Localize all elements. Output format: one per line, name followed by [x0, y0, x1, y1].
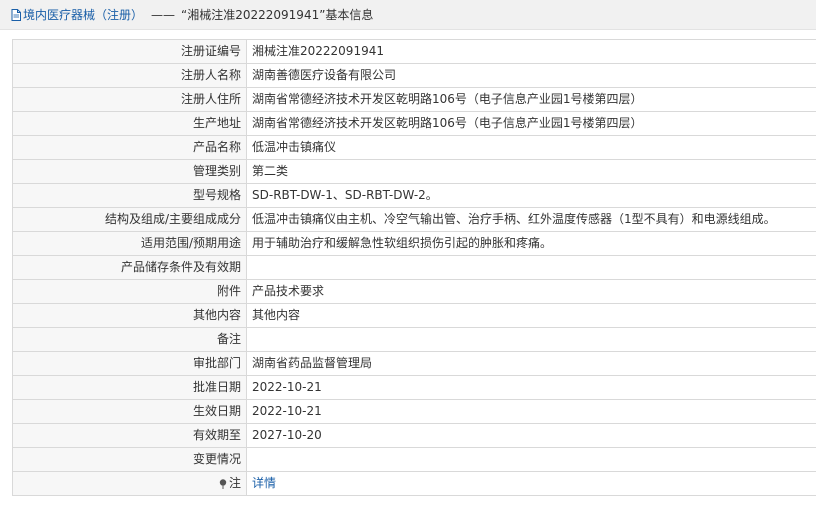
note-value-cell: 详情: [246, 471, 816, 496]
field-label: 生产地址: [12, 111, 247, 136]
breadcrumb-separator: ——: [151, 7, 176, 22]
field-value: 湘械注准20222091941: [246, 39, 816, 64]
field-label: 型号规格: [12, 183, 247, 208]
field-value: SD-RBT-DW-1、SD-RBT-DW-2。: [246, 183, 816, 208]
note-label-cell: 注: [12, 471, 247, 496]
field-label: 附件: [12, 279, 247, 304]
field-value: [246, 447, 816, 472]
field-label: 注册人名称: [12, 63, 247, 88]
document-icon: [11, 8, 21, 21]
table-row: 其他内容 其他内容: [12, 303, 816, 328]
field-label: 有效期至: [12, 423, 247, 448]
table-row: 管理类别 第二类: [12, 159, 816, 184]
table-row-note: 注详情: [12, 471, 816, 496]
table-row: 适用范围/预期用途 用于辅助治疗和缓解急性软组织损伤引起的肿胀和疼痛。: [12, 231, 816, 256]
field-value: 2027-10-20: [246, 423, 816, 448]
field-label: 变更情况: [12, 447, 247, 472]
field-value: 用于辅助治疗和缓解急性软组织损伤引起的肿胀和疼痛。: [246, 231, 816, 256]
field-value: 湖南省常德经济技术开发区乾明路106号（电子信息产业园1号楼第四层）: [246, 87, 816, 112]
pin-icon: [219, 478, 227, 489]
field-value: 第二类: [246, 159, 816, 184]
table-row: 审批部门 湖南省药品监督管理局: [12, 351, 816, 376]
field-label: 注册证编号: [12, 39, 247, 64]
field-value: 2022-10-21: [246, 375, 816, 400]
field-label: 注册人住所: [12, 87, 247, 112]
field-label: 批准日期: [12, 375, 247, 400]
breadcrumb: 境内医疗器械（注册） —— “湘械注准20222091941”基本信息: [0, 0, 816, 30]
table-row: 有效期至 2027-10-20: [12, 423, 816, 448]
table-row: 批准日期 2022-10-21: [12, 375, 816, 400]
table-row: 产品储存条件及有效期: [12, 255, 816, 280]
field-value: [246, 255, 816, 280]
field-label: 产品名称: [12, 135, 247, 160]
table-row: 型号规格 SD-RBT-DW-1、SD-RBT-DW-2。: [12, 183, 816, 208]
table-row: 产品名称 低温冲击镇痛仪: [12, 135, 816, 160]
note-label: 注: [228, 476, 241, 490]
field-value: 2022-10-21: [246, 399, 816, 424]
field-value: 湖南省药品监督管理局: [246, 351, 816, 376]
field-label: 备注: [12, 327, 247, 352]
registration-info-table: 注册证编号 湘械注准20222091941 注册人名称 湖南善德医疗设备有限公司 注册人…: [12, 39, 816, 496]
table-row: 生效日期 2022-10-21: [12, 399, 816, 424]
field-value: 产品技术要求: [246, 279, 816, 304]
field-label: 适用范围/预期用途: [12, 231, 247, 256]
field-label: 管理类别: [12, 159, 247, 184]
field-label: 结构及组成/主要组成成分: [12, 207, 247, 232]
field-value: 湖南省常德经济技术开发区乾明路106号（电子信息产业园1号楼第四层）: [246, 111, 816, 136]
table-row: 备注: [12, 327, 816, 352]
field-value: [246, 327, 816, 352]
breadcrumb-category-link[interactable]: 境内医疗器械（注册）: [23, 6, 143, 23]
field-value: 湖南善德医疗设备有限公司: [246, 63, 816, 88]
table-row: 变更情况: [12, 447, 816, 472]
field-value: 其他内容: [246, 303, 816, 328]
field-label: 审批部门: [12, 351, 247, 376]
table-row: 结构及组成/主要组成成分 低温冲击镇痛仪由主机、冷空气输出管、治疗手柄、红外温度传…: [12, 207, 816, 232]
details-link[interactable]: 详情: [252, 476, 276, 490]
breadcrumb-current: “湘械注准20222091941”基本信息: [181, 8, 374, 22]
table-row: 附件 产品技术要求: [12, 279, 816, 304]
table-row: 注册证编号 湘械注准20222091941: [12, 39, 816, 64]
field-label: 产品储存条件及有效期: [12, 255, 247, 280]
table-row: 注册人住所 湖南省常德经济技术开发区乾明路106号（电子信息产业园1号楼第四层）: [12, 87, 816, 112]
table-row: 注册人名称 湖南善德医疗设备有限公司: [12, 63, 816, 88]
field-value: 低温冲击镇痛仪由主机、冷空气输出管、治疗手柄、红外温度传感器（1型不具有）和电源…: [246, 207, 816, 232]
table-row: 生产地址 湖南省常德经济技术开发区乾明路106号（电子信息产业园1号楼第四层）: [12, 111, 816, 136]
field-value: 低温冲击镇痛仪: [246, 135, 816, 160]
field-label: 其他内容: [12, 303, 247, 328]
field-label: 生效日期: [12, 399, 247, 424]
